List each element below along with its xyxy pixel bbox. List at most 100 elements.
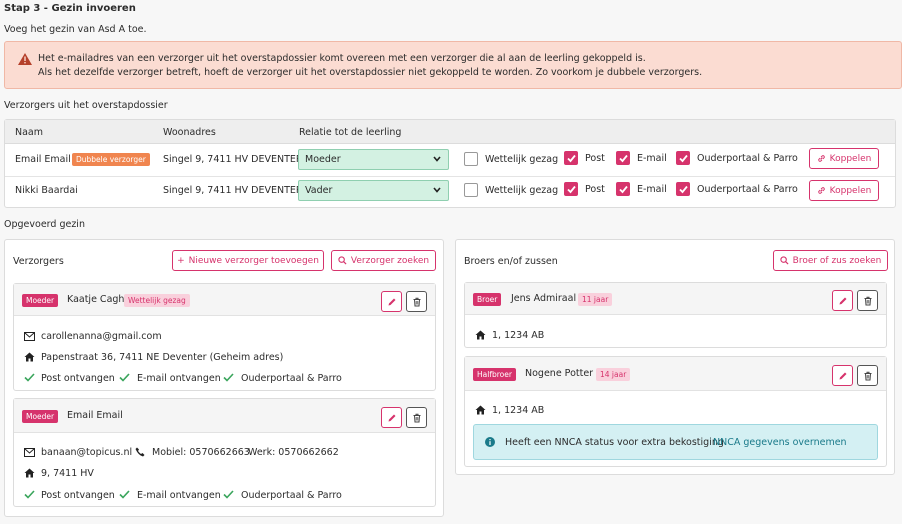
gezin-section-label: Opgevoerd gezin <box>4 219 85 230</box>
row2-address: Singel 9, 7411 HV DEVENTER <box>163 185 303 196</box>
mail-icon <box>24 332 35 341</box>
info-icon <box>485 437 495 447</box>
trash-icon <box>864 296 871 305</box>
row2-koppelen-button[interactable]: Koppelen <box>809 180 879 201</box>
add-verzorger-button[interactable]: + Nieuwe verzorger toevoegen <box>172 250 324 271</box>
sibling-card: Broer Jens Admiraal 11 jaar 1, 1234 AB <box>464 282 887 348</box>
warning-line-1: Het e-mailadres van een verzorger uit he… <box>38 53 646 64</box>
col-naam: Naam <box>15 127 44 138</box>
search-icon <box>780 256 789 265</box>
edit-button[interactable] <box>381 291 402 312</box>
trash-icon <box>413 297 420 306</box>
edit-button[interactable] <box>832 290 853 311</box>
sibling-name: Nogene Potter <box>525 368 594 379</box>
dossier-section-label: Verzorgers uit het overstapdossier <box>4 100 168 111</box>
warning-line-2: Als het dezelfde verzorger betreft, hoef… <box>38 67 703 78</box>
check-icon <box>24 373 35 382</box>
link-icon <box>817 187 825 194</box>
chevron-down-icon <box>433 187 441 193</box>
search-icon <box>338 256 347 265</box>
row2-ouderportaal-checkbox[interactable] <box>676 182 690 196</box>
age-badge: 14 jaar <box>596 368 631 381</box>
row2-post-label: Post <box>585 184 605 195</box>
row2-ouderportaal-label: Ouderportaal & Parro <box>697 184 798 195</box>
home-icon <box>24 352 35 362</box>
pencil-icon <box>839 297 846 304</box>
verzorger-name: Kaatje Cagh <box>67 294 125 305</box>
verzorger-card: Moeder Kaatje Cagh Wettelijk gezag carol… <box>13 283 436 391</box>
pencil-icon <box>388 298 395 305</box>
search-sibling-button[interactable]: Broer of zus zoeken <box>773 250 888 271</box>
trash-icon <box>413 413 420 422</box>
verzorger-email: carollenanna@gmail.com <box>41 331 162 342</box>
phone-icon <box>135 447 145 457</box>
role-badge: Moeder <box>22 410 59 423</box>
verzorger-address: Papenstraat 36, 7411 NE Deventer (Geheim… <box>41 352 284 363</box>
verzorger-address: 9, 7411 HV <box>41 468 94 479</box>
verzorgers-title: Verzorgers <box>13 256 64 267</box>
col-relatie: Relatie tot de leerling <box>299 127 402 138</box>
table-header: Naam Woonadres Relatie tot de leerling <box>5 120 895 144</box>
page-subtitle: Voeg het gezin van Asd A toe. <box>4 24 147 35</box>
nnca-link[interactable]: NNCA gegevens overnemen <box>713 437 847 448</box>
age-badge: 11 jaar <box>578 293 613 306</box>
check-email: E-mail ontvangen <box>137 373 221 384</box>
gezag-badge: Wettelijk gezag <box>124 294 190 307</box>
pencil-icon <box>388 414 395 421</box>
role-badge: Halfbroer <box>473 368 516 381</box>
check-icon <box>24 490 35 499</box>
row2-email-checkbox[interactable] <box>616 182 630 196</box>
verzorgers-panel: Verzorgers + Nieuwe verzorger toevoegen … <box>4 239 444 517</box>
row2-relation-select[interactable]: Vader <box>298 180 449 201</box>
chevron-down-icon <box>433 156 441 162</box>
duplicate-warning-alert: Het e-mailadres van een verzorger uit he… <box>4 41 902 89</box>
row2-wettelijk-checkbox[interactable] <box>464 183 478 197</box>
edit-button[interactable] <box>381 407 402 428</box>
check-post: Post ontvangen <box>41 490 115 501</box>
home-icon <box>475 405 486 415</box>
row2-post-checkbox[interactable] <box>564 182 578 196</box>
check-ouderportaal: Ouderportaal & Parro <box>241 490 342 501</box>
delete-button[interactable] <box>857 290 878 311</box>
edit-button[interactable] <box>832 365 853 386</box>
row1-email-checkbox[interactable] <box>616 151 630 165</box>
row1-ouderportaal-checkbox[interactable] <box>676 151 690 165</box>
row1-name: Email Email <box>15 154 71 165</box>
verzorger-work-phone: Werk: 0570662662 <box>248 447 339 458</box>
row2-name: Nikki Baardai <box>15 185 78 196</box>
delete-button[interactable] <box>406 407 427 428</box>
sibling-address: 1, 1234 AB <box>492 330 545 341</box>
check-icon <box>223 490 234 499</box>
check-ouderportaal: Ouderportaal & Parro <box>241 373 342 384</box>
row2-email-label: E-mail <box>637 184 667 195</box>
role-badge: Moeder <box>22 294 59 307</box>
row1-post-checkbox[interactable] <box>564 151 578 165</box>
row1-wettelijk-label: Wettelijk gezag <box>485 154 559 165</box>
siblings-panel: Broers en/of zussen Broer of zus zoeken … <box>455 239 895 475</box>
check-email: E-mail ontvangen <box>137 490 221 501</box>
home-icon <box>475 330 486 340</box>
row2-wettelijk-label: Wettelijk gezag <box>485 185 559 196</box>
delete-button[interactable] <box>857 365 878 386</box>
col-woonadres: Woonadres <box>163 127 216 138</box>
sibling-address: 1, 1234 AB <box>492 405 545 416</box>
row1-koppelen-button[interactable]: Koppelen <box>809 148 879 169</box>
row1-wettelijk-checkbox[interactable] <box>464 152 478 166</box>
dossier-table: Naam Woonadres Relatie tot de leerling E… <box>4 119 896 208</box>
role-badge: Broer <box>473 293 502 306</box>
sibling-card: Halfbroer Nogene Potter 14 jaar 1, 1234 … <box>464 356 887 467</box>
row1-relation-select[interactable]: Moeder <box>298 149 449 170</box>
check-post: Post ontvangen <box>41 373 115 384</box>
link-icon <box>817 155 825 162</box>
home-icon <box>24 468 35 478</box>
siblings-title: Broers en/of zussen <box>464 256 558 267</box>
mail-icon <box>24 448 35 457</box>
verzorger-name: Email Email <box>67 410 123 421</box>
nnca-info-box: Heeft een NNCA status voor extra bekosti… <box>473 424 878 460</box>
search-verzorger-button[interactable]: Verzorger zoeken <box>331 250 436 271</box>
warning-icon <box>18 53 32 65</box>
check-icon <box>119 373 130 382</box>
row1-post-label: Post <box>585 153 605 164</box>
plus-icon: + <box>177 255 185 266</box>
delete-button[interactable] <box>406 291 427 312</box>
